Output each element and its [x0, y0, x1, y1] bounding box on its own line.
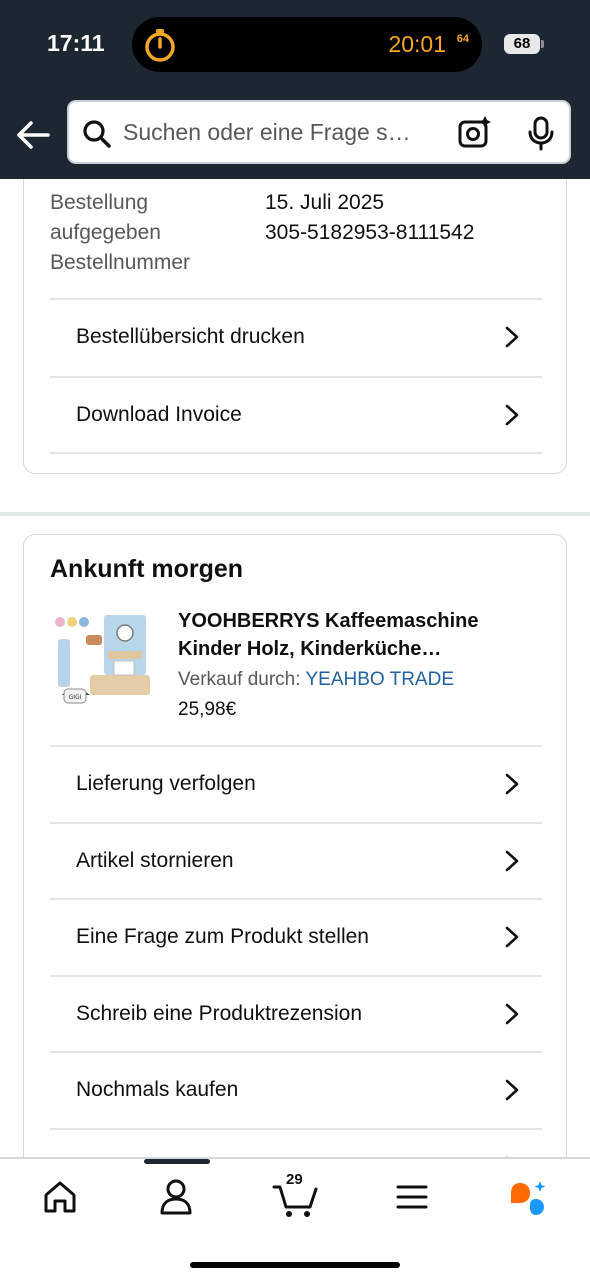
home-indicator — [190, 1262, 400, 1268]
search-header — [0, 88, 590, 179]
search-icon — [83, 120, 111, 148]
active-tab-indicator — [144, 1159, 210, 1164]
chevron-right-icon — [505, 850, 519, 872]
order-number: 305-5182953-8111542 — [265, 221, 475, 244]
svg-text:GIGI: GIGI — [69, 694, 82, 701]
chevron-right-icon — [505, 1003, 519, 1025]
print-order-summary-row[interactable]: Bestellübersicht drucken — [50, 298, 542, 374]
product-price: 25,98€ — [178, 699, 237, 720]
shipment-card: Ankunft morgen GIGI YOOHBERRYS Kaffeemas… — [23, 534, 567, 1157]
bottom-navigation: 29 — [0, 1157, 590, 1280]
chevron-right-icon — [505, 326, 519, 348]
stopwatch-icon — [145, 29, 175, 62]
microphone-icon[interactable] — [523, 115, 559, 151]
search-bar[interactable] — [67, 100, 571, 164]
row-label: Zahlung anzeigen — [76, 1130, 243, 1157]
timer-value: 20:01 — [388, 31, 446, 57]
seller-line: Verkauf durch: YEAHBO TRADE — [178, 669, 454, 691]
camera-search-icon[interactable] — [457, 115, 493, 151]
row-label: Artikel stornieren — [76, 849, 234, 872]
delivery-status-title: Ankunft morgen — [50, 555, 244, 583]
search-input[interactable] — [123, 102, 453, 162]
section-divider — [0, 512, 590, 516]
menu-icon[interactable] — [390, 1175, 434, 1219]
row-label: Lieferung verfolgen — [76, 772, 256, 795]
order-date: 15. Juli 2025 — [265, 191, 385, 214]
row-label: Bestellübersicht drucken — [76, 325, 305, 348]
track-delivery-row[interactable]: Lieferung verfolgen — [50, 745, 542, 821]
chevron-right-icon — [505, 404, 519, 426]
write-review-row[interactable]: Schreib eine Produktrezension — [50, 975, 542, 1051]
battery-nub — [541, 40, 544, 48]
product-image[interactable]: GIGI — [50, 605, 156, 711]
clock: 17:11 — [47, 30, 105, 56]
chevron-right-icon — [505, 773, 519, 795]
rufus-assistant-icon[interactable] — [506, 1175, 550, 1219]
account-icon[interactable] — [154, 1175, 198, 1219]
cancel-item-row[interactable]: Artikel stornieren — [50, 822, 542, 898]
ask-product-question-row[interactable]: Eine Frage zum Produkt stellen — [50, 898, 542, 974]
row-divider — [50, 452, 542, 454]
row-label: Eine Frage zum Produkt stellen — [76, 925, 369, 948]
seller-link[interactable]: YEAHBO TRADE — [305, 669, 454, 690]
timer-fraction: 64 — [456, 33, 469, 45]
battery-indicator: 68 — [504, 34, 540, 54]
order-info-card: Bestellung aufgegeben Bestellnummer 15. … — [23, 179, 567, 474]
row-label: Download Invoice — [76, 403, 242, 426]
download-invoice-row[interactable]: Download Invoice — [50, 376, 542, 452]
status-bar: 17:11 20:01 64 68 — [0, 0, 590, 88]
row-label: Schreib eine Produktrezension — [76, 1002, 363, 1025]
buy-again-row[interactable]: Nochmals kaufen — [50, 1051, 542, 1127]
cart-count-badge: 29 — [286, 1171, 303, 1188]
back-arrow-icon[interactable] — [14, 116, 52, 154]
home-icon[interactable] — [38, 1175, 82, 1219]
order-info-label: Bestellung aufgegeben Bestellnummer — [50, 191, 191, 274]
chevron-right-icon — [505, 926, 519, 948]
cart-button[interactable]: 29 — [272, 1171, 320, 1219]
product-title[interactable]: YOOHBERRYS Kaffeemaschine Kinder Holz, K… — [178, 607, 543, 663]
dynamic-island-timer[interactable]: 20:01 64 — [132, 17, 482, 72]
order-info-values: 15. Juli 2025 305-5182953-8111542 — [265, 188, 474, 248]
row-label: Nochmals kaufen — [76, 1078, 239, 1101]
chevron-right-icon — [505, 1079, 519, 1101]
view-payment-row[interactable]: Zahlung anzeigen — [50, 1128, 542, 1157]
seller-prefix: Verkauf durch: — [178, 669, 301, 690]
order-details-content[interactable]: Bestellung aufgegeben Bestellnummer 15. … — [0, 179, 590, 1157]
